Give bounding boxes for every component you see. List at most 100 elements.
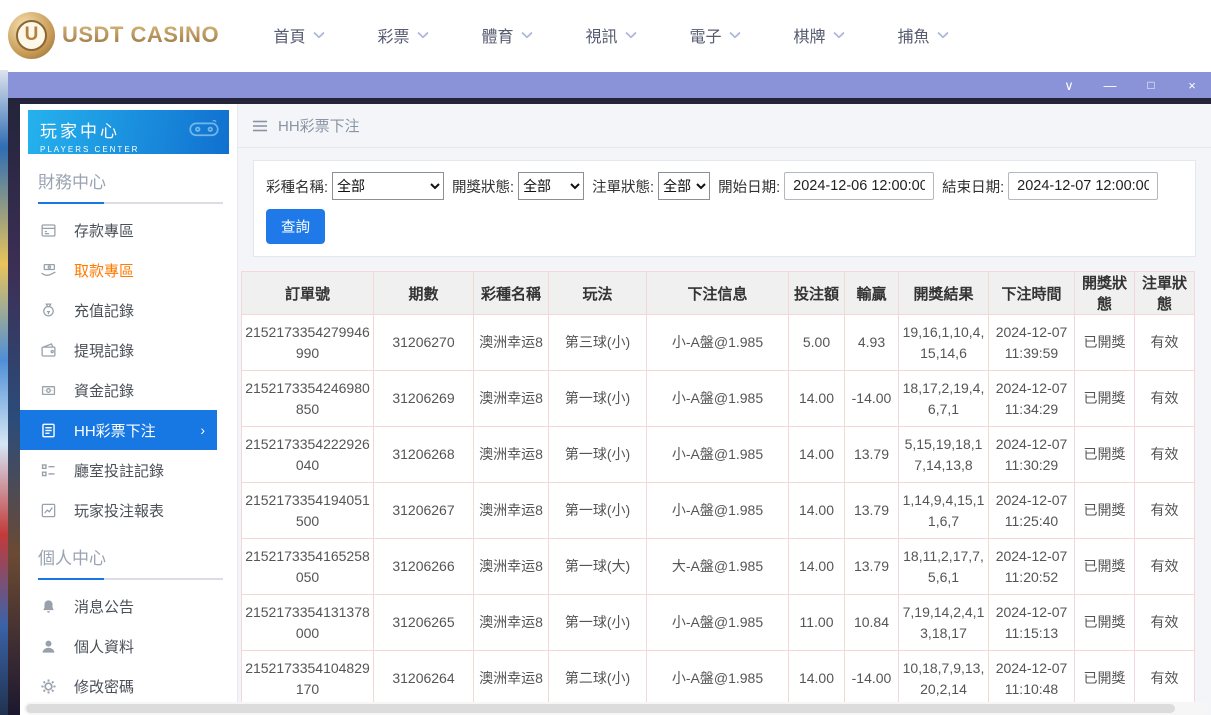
table-cell: 14.00 [789,651,845,707]
nav-item-label: 首頁 [274,23,306,47]
table-cell: 2024-12-07 11:10:48 [989,651,1075,707]
nav-item-label: 捕魚 [898,23,930,47]
sidebar-item-announcements[interactable]: 消息公告 [20,586,237,626]
table-cell: 澳洲幸运8 [474,483,549,539]
window-body: 玩家中心 PLAYERS CENTER 財務中心存款專區取款專區充值記錄提現記錄… [8,98,1211,715]
table-row: 215217335424698085031206269澳洲幸运8第一球(小)小-… [242,371,1195,427]
nav-item-home[interactable]: 首頁 [247,0,351,70]
search-button[interactable]: 查詢 [266,209,325,244]
main-content: HH彩票下注 彩種名稱: 全部 開獎狀態: 全部 注單狀態: 全部 開始日期: … [238,104,1211,715]
column-header: 玩法 [549,272,647,315]
window-close-button[interactable]: × [1185,79,1199,92]
sidebar-item-label: 消息公告 [74,596,134,617]
nav-item-slots[interactable]: 電子 [663,0,767,70]
table-cell: 有效 [1135,651,1195,707]
end-date-label: 結束日期: [942,176,1004,197]
close-icon: × [1188,78,1196,93]
table-cell: 18,17,2,19,4,6,7,1 [899,371,989,427]
draw-status-select[interactable]: 全部 [518,172,584,200]
chevron-down-icon: ∨ [1064,78,1074,93]
checklist-icon [40,462,57,479]
bill-icon [40,382,57,399]
table-cell: 第一球(大) [549,539,647,595]
order-status-select[interactable]: 全部 [658,172,710,200]
withdraw-icon [40,262,57,279]
logo-coin-icon: U [8,12,55,59]
maximize-icon: □ [1147,78,1154,92]
site-logo: U USDT CASINO [8,12,219,59]
chevron-down-icon [313,31,325,39]
table-cell: -14.00 [845,651,899,707]
lottery-name-select[interactable]: 全部 [332,172,444,200]
table-cell: 第一球(小) [549,371,647,427]
sidebar-item-change-password[interactable]: 修改密碼 [20,666,237,706]
table-cell: 10,18,7,9,13,20,2,14 [899,651,989,707]
hamburger-menu-icon[interactable] [252,119,268,133]
table-cell: 澳洲幸运8 [474,371,549,427]
sidebar-item-label: 廳室投註記錄 [74,460,164,481]
table-cell: 澳洲幸运8 [474,315,549,371]
user-icon [40,638,57,655]
sidebar-item-label: 提現記錄 [74,340,134,361]
sidebar-item-hh-lottery-bets[interactable]: HH彩票下注› [20,410,217,450]
sidebar-header: 玩家中心 PLAYERS CENTER [28,110,229,154]
sidebar-item-label: 資金記錄 [74,380,134,401]
sidebar-item-player-bet-report[interactable]: 玩家投注報表 [20,490,237,530]
main-nav: 首頁 彩票 體育視訊電子棋牌 捕魚 [247,0,975,70]
column-header: 開獎結果 [899,272,989,315]
nav-item-board-games[interactable]: 棋牌 [767,0,871,70]
sidebar-item-recharge-records[interactable]: 充值記錄 [20,290,237,330]
sidebar-item-room-bet-records[interactable]: 廳室投註記錄 [20,450,237,490]
window-minimize-button[interactable]: — [1103,79,1117,92]
table-cell: 11.00 [789,595,845,651]
lottery-name-label: 彩種名稱: [266,176,328,197]
table-cell: 小-A盤@1.985 [647,595,789,651]
end-date-input[interactable] [1008,172,1158,200]
horizontal-scrollbar-thumb[interactable] [26,704,1175,713]
window-maximize-button[interactable]: □ [1144,79,1158,91]
table-cell: 18,11,2,17,7,5,6,1 [899,539,989,595]
bell-icon [40,598,57,615]
sidebar-item-profile[interactable]: 個人資料 [20,626,237,666]
sidebar-item-withdraw-area[interactable]: 取款專區 [20,250,237,290]
table-cell: 14.00 [789,483,845,539]
sidebar-item-label: 充值記錄 [74,300,134,321]
column-header: 下注信息 [647,272,789,315]
table-row: 215217335422292604031206268澳洲幸运8第一球(小)小-… [242,427,1195,483]
chevron-down-icon [521,31,533,39]
nav-item-video[interactable]: 視訊 [559,0,663,70]
table-cell: 31206265 [374,595,474,651]
table-cell: 有效 [1135,371,1195,427]
sidebar: 玩家中心 PLAYERS CENTER 財務中心存款專區取款專區充值記錄提現記錄… [20,104,238,715]
gear-icon [40,678,57,695]
window-collapse-button[interactable]: ∨ [1062,79,1076,92]
window-titlebar: ∨ — □ × [8,72,1211,98]
nav-item-lottery[interactable]: 彩票 [351,0,455,70]
table-cell: 31206269 [374,371,474,427]
table-cell: 2024-12-07 11:20:52 [989,539,1075,595]
sidebar-item-deposit-area[interactable]: 存款專區 [20,210,237,250]
gamepad-icon [189,119,219,144]
chevron-down-icon [417,31,429,39]
sidebar-item-label: 玩家投注報表 [74,500,164,521]
sidebar-item-withdrawal-records[interactable]: 提現記錄 [20,330,237,370]
sidebar-item-label: 個人資料 [74,636,134,657]
order-status-label: 注單狀態: [592,176,654,197]
nav-item-label: 彩票 [378,23,410,47]
table-cell: 第一球(小) [549,427,647,483]
start-date-input[interactable] [784,172,934,200]
nav-item-sports[interactable]: 體育 [455,0,559,70]
table-cell: 7,19,14,2,4,13,18,17 [899,595,989,651]
bets-table-wrap: 訂單號期數彩種名稱玩法下注信息投注額輸贏開獎結果下注時間開獎狀態注單狀態 215… [241,271,1196,715]
column-header: 輸贏 [845,272,899,315]
nav-item-fishing[interactable]: 捕魚 [871,0,975,70]
chevron-down-icon [833,31,845,39]
sidebar-item-label: 修改密碼 [74,676,134,697]
table-cell: 澳洲幸运8 [474,539,549,595]
deposit-icon [40,222,57,239]
moneybag-icon [40,302,57,319]
table-cell: 小-A盤@1.985 [647,427,789,483]
column-header: 開獎狀態 [1075,272,1135,315]
sidebar-item-funds-records[interactable]: 資金記錄 [20,370,237,410]
table-cell: 2152173354194051500 [242,483,374,539]
